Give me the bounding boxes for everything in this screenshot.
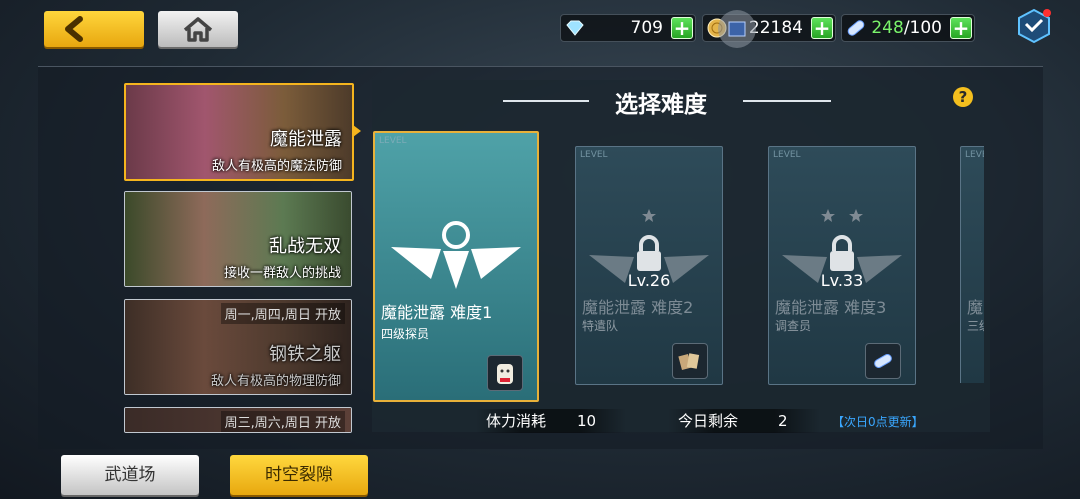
cost-value: 10 xyxy=(577,412,597,430)
help-button[interactable]: ? xyxy=(953,87,973,107)
add-stamina-button[interactable]: + xyxy=(950,17,972,39)
difficulty-rank: 调查员 xyxy=(775,319,812,333)
diamond-icon xyxy=(566,20,584,36)
add-gold-button[interactable]: + xyxy=(811,17,833,39)
mode-subtitle: 敌人有极高的物理防御 xyxy=(210,374,341,389)
mode-title: 乱战无双 xyxy=(269,236,341,257)
selected-arrow-icon xyxy=(353,125,361,137)
level-tag: LEVEL xyxy=(965,150,984,160)
stamina-counter: 248/100 + xyxy=(841,14,975,42)
mode-card-melee[interactable]: 乱战无双 接收一群敌人的挑战 xyxy=(124,191,352,287)
level-tag: LEVEL xyxy=(773,150,801,160)
star-icon xyxy=(821,209,835,222)
stamina-cost-row: 体力消耗 10 xyxy=(476,409,626,433)
remaining-label: 今日剩余 xyxy=(678,412,739,430)
refresh-note: 【次日0点更新】 xyxy=(832,415,924,429)
stamina-value: 248/100 xyxy=(871,18,942,38)
difficulty-card-2[interactable]: LEVEL Lv.26 魔能泄露 难度2 特遣队 xyxy=(575,146,723,385)
gift-overlay-icon[interactable] xyxy=(718,10,756,48)
difficulty-card-1[interactable]: LEVEL 魔能泄露 难度1 四级探员 xyxy=(373,131,539,402)
mode-subtitle: 接收一群敌人的挑战 xyxy=(223,266,341,281)
title-divider-left xyxy=(503,100,589,102)
difficulty-card-3[interactable]: LEVEL Lv.33 魔能泄露 难度3 调查员 xyxy=(768,146,916,385)
chevron-left-icon xyxy=(65,16,83,42)
level-tag: LEVEL xyxy=(379,136,407,146)
reward-item-pill[interactable] xyxy=(865,343,901,379)
mode-open-days: 周三,周六,周日 开放 xyxy=(220,411,345,432)
level-tag: LEVEL xyxy=(580,150,608,160)
gem-counter: 709 + xyxy=(560,14,696,42)
mode-card-magic-leak[interactable]: 魔能泄露 敌人有极高的魔法防御 xyxy=(124,83,354,181)
mode-title: 钢铁之躯 xyxy=(269,344,341,365)
difficulty-rank: 特遣队 xyxy=(582,319,619,333)
difficulty-card-4[interactable]: LEVEL 魔 三级 xyxy=(960,146,984,383)
mode-card-locked[interactable]: 周三,周六,周日 开放 xyxy=(124,407,352,433)
mode-subtitle: 敌人有极高的魔法防御 xyxy=(211,159,342,174)
difficulty-card-4-clip: LEVEL 魔 三级 xyxy=(960,146,984,383)
stamina-pill-icon xyxy=(874,354,892,368)
title-divider-right xyxy=(743,100,831,102)
difficulty-name: 魔 xyxy=(967,298,984,317)
difficulty-name: 魔能泄露 难度2 xyxy=(582,298,694,317)
reward-item-cards[interactable] xyxy=(672,343,708,379)
cost-label: 体力消耗 xyxy=(486,412,547,430)
mission-badge-button[interactable] xyxy=(1015,7,1053,45)
cards-icon xyxy=(678,353,700,371)
panel-title: 选择难度 xyxy=(615,92,707,118)
star-icon xyxy=(642,209,656,222)
difficulty-rank: 四级探员 xyxy=(381,327,430,341)
tab-dojo[interactable]: 武道场 xyxy=(61,455,199,495)
reward-item-cat[interactable] xyxy=(487,355,523,391)
star-icon xyxy=(849,209,863,222)
shield-check-icon xyxy=(1018,8,1051,44)
tab-time-rift[interactable]: 时空裂隙 xyxy=(230,455,368,495)
unlock-level: Lv.26 xyxy=(627,271,671,290)
remaining-value: 2 xyxy=(778,412,788,430)
difficulty-rank: 三级 xyxy=(967,319,984,333)
stamina-pill-icon xyxy=(847,20,865,36)
lucky-cat-icon xyxy=(497,364,513,384)
gem-value: 709 xyxy=(630,18,663,38)
add-gems-button[interactable]: + xyxy=(671,17,693,39)
home-button[interactable] xyxy=(158,11,238,47)
home-icon xyxy=(183,17,213,42)
unlock-level: Lv.33 xyxy=(820,271,864,290)
remaining-row: 今日剩余 2 xyxy=(668,409,820,433)
difficulty-name: 魔能泄露 难度3 xyxy=(775,298,887,317)
mode-title: 魔能泄露 xyxy=(270,129,342,150)
back-button[interactable] xyxy=(44,11,144,47)
mode-open-days: 周一,周四,周日 开放 xyxy=(220,303,345,324)
mode-card-steel-body[interactable]: 周一,周四,周日 开放 钢铁之躯 敌人有极高的物理防御 xyxy=(124,299,352,395)
gold-value: 22184 xyxy=(748,18,803,38)
difficulty-name: 魔能泄露 难度1 xyxy=(381,303,493,322)
difficulty-emblem-icon xyxy=(391,221,521,289)
